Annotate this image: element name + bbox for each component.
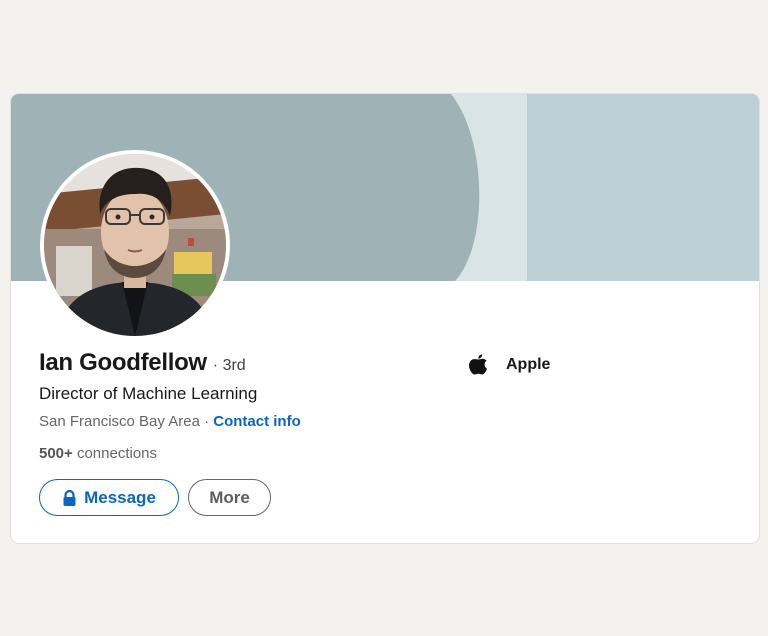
location-separator: · [199,413,214,430]
profile-headline: Director of Machine Learning [39,384,258,403]
current-company[interactable]: Apple [468,354,550,376]
connections-row[interactable]: 500+ connections [39,445,157,462]
connection-degree: · 3rd [212,357,246,374]
more-button[interactable]: More [188,479,271,516]
connections-label: connections [72,445,158,462]
message-button-label: Message [84,487,156,507]
company-name: Apple [506,356,551,373]
apple-logo-icon [469,354,487,375]
profile-card: Ian Goodfellow · 3rd Director of Machine… [10,93,760,544]
profile-name: Ian Goodfellow [39,349,207,376]
lock-icon [63,489,76,506]
profile-location: San Francisco Bay Area [39,413,200,430]
location-row: San Francisco Bay Area · Contact info [39,413,301,430]
message-button[interactable]: Message [39,479,179,516]
name-row: Ian Goodfellow · 3rd [39,349,246,377]
profile-photo[interactable] [40,150,230,340]
connections-count: 500+ [39,445,73,462]
more-button-label: More [209,487,250,507]
contact-info-link[interactable]: Contact info [213,413,301,430]
